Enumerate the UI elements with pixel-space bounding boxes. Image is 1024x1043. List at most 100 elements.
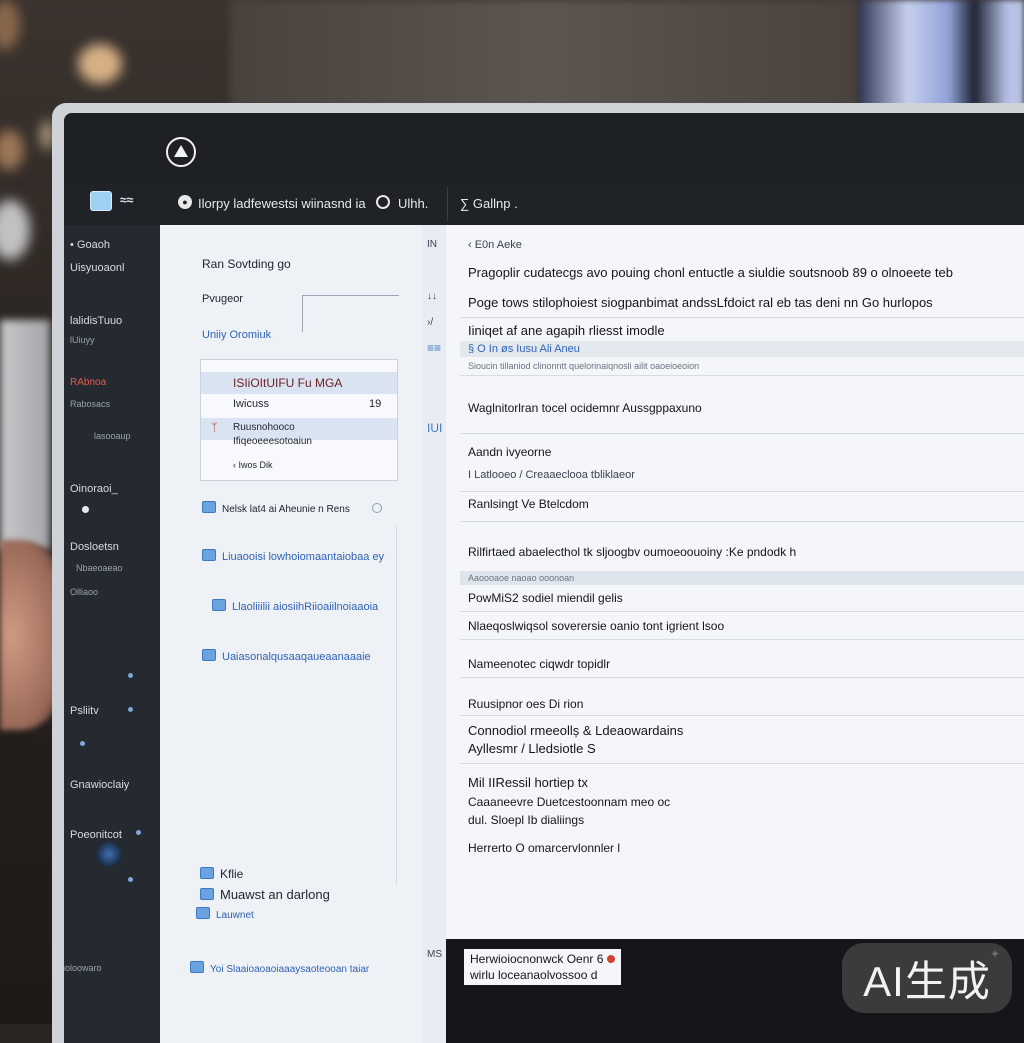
- content-line: Poge tows stilophoiest siogpanbimat ands…: [468, 295, 933, 310]
- app-icon[interactable]: [90, 191, 112, 211]
- list-item-label: Kflie: [220, 867, 244, 881]
- content-line: Iiniqet af ane agapih rliesst imodle: [468, 323, 665, 338]
- content-meta: Sioucin tillaniod clinonntt quelorinaiqn…: [468, 361, 700, 371]
- brand-logo-icon[interactable]: [166, 137, 196, 167]
- content-line: dul. Sloepl Ib dialiings: [468, 813, 585, 827]
- list-item[interactable]: Uaiasonalqusaaqaueaanaaaie: [202, 649, 371, 663]
- content-line: Rilfirtaed abaelecthol tk sljoogbv oumoe…: [468, 545, 797, 559]
- list-item-label: Lauwnet: [216, 910, 254, 921]
- footer-note[interactable]: Herwioiocnonwck Oenr 6 wirlu loceanaolvo…: [464, 949, 622, 985]
- card-item[interactable]: Ruusnohooco: [233, 422, 295, 433]
- section-heading: Nameenotec ciqwdr topidlr: [468, 657, 611, 671]
- person-arm: [0, 540, 60, 730]
- alert-dot-icon: [607, 955, 616, 963]
- file-icon: [190, 961, 204, 973]
- sidebar-item[interactable]: lalidisTuuo: [70, 315, 122, 327]
- divider: [460, 639, 1024, 640]
- list-item-label: Yoi Slaaioaoaoiaaaysaoteooan taiar: [210, 964, 370, 975]
- sidebar-subitem[interactable]: Olliaoo: [70, 587, 98, 597]
- section-heading: Mil IIRessil hortiep tx: [468, 775, 588, 790]
- laptop-frame: ≈≈ ● Ilorpy ladfewestsi wiinasnd ia Ulhh…: [52, 103, 1024, 1043]
- content-line: Ruusipnor oes Di rion: [468, 697, 584, 711]
- list-item[interactable]: Kflie: [200, 867, 243, 881]
- bokeh-light: [0, 0, 20, 50]
- main-content: ‹ E0n Aeke Pragoplir cudatecgs avo pouin…: [446, 225, 1024, 939]
- content-meta: Aaoooaoe naoao ooonoan: [468, 573, 575, 583]
- menu-label[interactable]: ≈≈: [120, 193, 133, 207]
- link-icon[interactable]: ●: [178, 195, 192, 209]
- nav-divider: [447, 187, 448, 221]
- sidebar-item[interactable]: • Goaoh: [70, 239, 110, 251]
- secondary-panel: Ran Sovtding go Pvugeor Uniiy Oromiuk IS…: [160, 225, 424, 1043]
- list-item-label: Nelsk lat4 ai Aheunie n Rens: [222, 504, 350, 515]
- toggle-knob[interactable]: [96, 841, 122, 867]
- list-item-label: Muawst an darlong: [220, 887, 330, 902]
- content-link[interactable]: § O In øs Iusu Ali Aneu: [468, 343, 1024, 355]
- divider: [460, 611, 1024, 612]
- nav-title[interactable]: Ilorpy ladfewestsi wiinasnd ia: [198, 196, 366, 211]
- footer-line: wirlu loceanaolvossoo d: [470, 968, 598, 982]
- content-line: PowMiS2 sodiel miendil gelis: [468, 591, 623, 605]
- panel-divider: [396, 525, 397, 885]
- content-line: Connodiol rmeeollș & Ldeaowardains: [468, 723, 684, 738]
- sidebar-subitem[interactable]: lUiuyy: [70, 335, 95, 345]
- user-icon[interactable]: [376, 195, 390, 209]
- sidebar-subitem[interactable]: lasooaup: [94, 431, 131, 441]
- person-shirt: [0, 320, 50, 550]
- list-item[interactable]: Muawst an darlong: [200, 887, 330, 902]
- background-wall: [230, 0, 860, 110]
- sidebar-item[interactable]: Dosloetsn: [70, 541, 119, 553]
- divider: [460, 763, 1024, 764]
- folder-icon: [212, 599, 226, 611]
- card-footer[interactable]: ‹ Iwos Dik: [233, 460, 273, 470]
- gutter-label[interactable]: IUI: [427, 421, 442, 435]
- gutter-label: MS: [427, 949, 442, 960]
- sidebar-item[interactable]: Poeonitcot: [70, 829, 122, 841]
- radio-button[interactable]: [372, 503, 382, 513]
- gutter-label[interactable]: ›/: [427, 317, 433, 328]
- sidebar-item[interactable]: Psliitv: [70, 705, 99, 717]
- sidebar-subitem[interactable]: uoloowaro: [64, 963, 102, 973]
- breadcrumb[interactable]: ‹ E0n Aeke: [468, 239, 1024, 251]
- gutter-label: IN: [427, 239, 437, 250]
- folder-icon: [202, 501, 216, 513]
- bokeh-light: [78, 44, 122, 84]
- person-icon: ᛉ: [211, 422, 218, 434]
- file-icon: [200, 867, 214, 879]
- gutter-label[interactable]: ≡≡: [427, 341, 441, 355]
- sidebar-item[interactable]: Oinoraoi_: [70, 483, 118, 495]
- list-item[interactable]: Liuaooisi lowhoiomaantaiobaa ey: [202, 549, 384, 563]
- content-line: Caaaneevre Duetcestoonnam meo oc: [468, 795, 671, 809]
- content-line: Herrerto O omarcervlonnler l: [468, 841, 621, 855]
- sidebar-item[interactable]: Gnawioclaiy: [70, 779, 129, 791]
- gutter-column: IN ↓↓ ›/ ≡≡ IUI MS: [422, 225, 447, 1043]
- divider: [460, 677, 1024, 678]
- file-icon: [196, 907, 210, 919]
- status-dot: [82, 506, 89, 513]
- card-item-sub: Ifiqeoeeesotoaiun: [233, 436, 312, 447]
- divider: [460, 521, 1024, 522]
- panel-link[interactable]: Uniiy Oromiuk: [202, 329, 271, 341]
- sidebar-subitem[interactable]: Rabosacs: [70, 399, 110, 409]
- nav-settings-label[interactable]: ∑ Gallnp .: [460, 196, 518, 211]
- card-value: 19: [369, 398, 382, 410]
- nav-user-label[interactable]: Ulhh.: [398, 196, 428, 211]
- content-line: Waglnitorlran tocel ocidemnr Aussgppaxun…: [468, 401, 702, 415]
- content-line: Ayllesmr / Lledsiotle S: [468, 741, 596, 756]
- indicator-dot: [136, 830, 141, 835]
- gutter-label[interactable]: ↓↓: [427, 291, 437, 302]
- divider: [460, 317, 1024, 318]
- watermark: AI生成: [842, 943, 1012, 1013]
- folder-icon: [202, 649, 216, 661]
- list-item[interactable]: Nelsk lat4 ai Aheunie n Rens: [202, 501, 350, 515]
- panel-subheading: Pvugeor: [202, 293, 243, 305]
- divider: [460, 433, 1024, 434]
- list-item[interactable]: Yoi Slaaioaoaoiaaaysaoteooan taiar: [190, 961, 369, 975]
- list-item[interactable]: Lauwnet: [196, 907, 254, 921]
- connector-line: [302, 295, 399, 332]
- sidebar-subitem[interactable]: Nbaeoaeao: [76, 563, 123, 573]
- indicator-dot: [128, 877, 133, 882]
- list-item[interactable]: Llaoliiilii aiosiihRiioaiilnoiaaoia: [212, 599, 378, 613]
- sidebar-item[interactable]: Uisyuoaonl: [70, 262, 124, 274]
- sidebar-item-active[interactable]: RAbnoa: [70, 377, 106, 388]
